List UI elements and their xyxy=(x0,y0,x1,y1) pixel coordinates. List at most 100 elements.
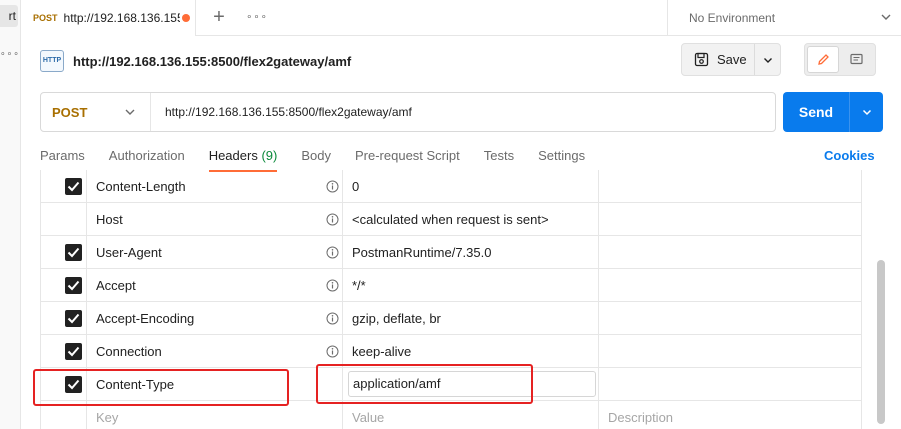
header-value[interactable]: keep-alive xyxy=(343,335,599,368)
header-key[interactable]: Connection xyxy=(87,335,343,368)
tab-settings[interactable]: Settings xyxy=(538,142,585,172)
header-description[interactable] xyxy=(599,335,862,368)
comment-icon xyxy=(849,53,863,65)
tab-headers-label: Headers xyxy=(208,148,258,163)
tab-tests[interactable]: Tests xyxy=(484,142,514,172)
request-tab[interactable]: POST http://192.168.136.155 xyxy=(21,0,196,36)
chevron-down-icon xyxy=(125,109,135,115)
sidebar-collapsed-button[interactable]: rt xyxy=(0,5,18,27)
row-checkbox-cell xyxy=(40,401,87,429)
header-value[interactable]: 0 xyxy=(343,170,599,203)
header-value[interactable]: */* xyxy=(343,269,599,302)
info-icon[interactable] xyxy=(326,180,339,193)
header-value[interactable]: <calculated when request is sent> xyxy=(343,203,599,236)
row-checkbox-cell xyxy=(40,170,87,203)
save-icon xyxy=(694,52,709,67)
tab-headers[interactable]: Headers (9) xyxy=(208,142,278,172)
tab-method: POST xyxy=(33,13,58,23)
info-icon[interactable] xyxy=(326,279,339,292)
send-options-button[interactable] xyxy=(850,92,883,132)
save-button[interactable]: Save xyxy=(682,44,755,75)
check-icon xyxy=(67,280,80,291)
row-checkbox-cell xyxy=(40,236,87,269)
info-icon[interactable] xyxy=(326,312,339,325)
request-title-row: HTTP http://192.168.136.155:8500/flex2ga… xyxy=(40,48,351,74)
header-key[interactable]: Content-Length xyxy=(87,170,343,203)
request-title[interactable]: http://192.168.136.155:8500/flex2gateway… xyxy=(73,54,351,69)
header-key[interactable]: Accept xyxy=(87,269,343,302)
table-row: Content-Length 0 xyxy=(40,170,862,203)
tab-headers-count: (9) xyxy=(261,148,278,163)
header-key[interactable]: Content-Type xyxy=(87,368,343,401)
key-input[interactable]: Key xyxy=(87,401,343,429)
checkbox[interactable] xyxy=(65,244,82,261)
table-row: Content-Type application/amf xyxy=(40,368,862,401)
sidebar-more-icon[interactable]: ∘∘∘ xyxy=(0,48,20,59)
header-key[interactable]: Accept-Encoding xyxy=(87,302,343,335)
edit-mode-button[interactable] xyxy=(807,46,839,73)
cookies-link[interactable]: Cookies xyxy=(824,148,875,163)
header-description[interactable] xyxy=(599,236,862,269)
checkbox[interactable] xyxy=(65,277,82,294)
headers-table: Content-Length 0 Host <calculated when r… xyxy=(40,170,862,429)
header-value[interactable]: PostmanRuntime/7.35.0 xyxy=(343,236,599,269)
tab-params[interactable]: Params xyxy=(40,142,85,172)
table-row: User-Agent PostmanRuntime/7.35.0 xyxy=(40,236,862,269)
environment-label: No Environment xyxy=(689,11,776,25)
header-description[interactable] xyxy=(599,302,862,335)
tab-bar: POST http://192.168.136.155 + ∘∘∘ No Env… xyxy=(21,0,901,36)
row-checkbox-cell xyxy=(40,203,87,236)
table-row-new: Key Value Description xyxy=(40,401,862,429)
header-key[interactable]: Host xyxy=(87,203,343,236)
pencil-icon xyxy=(817,54,829,65)
table-row: Host <calculated when request is sent> xyxy=(40,203,862,236)
header-key-text: User-Agent xyxy=(96,245,162,260)
check-icon xyxy=(67,247,80,258)
table-row: Accept */* xyxy=(40,269,862,302)
header-description[interactable] xyxy=(599,170,862,203)
header-value-input[interactable]: application/amf xyxy=(348,371,596,397)
url-input[interactable]: http://192.168.136.155:8500/flex2gateway… xyxy=(151,105,775,119)
send-group: Send xyxy=(783,92,883,132)
header-value[interactable]: gzip, deflate, br xyxy=(343,302,599,335)
documentation-mode-button[interactable] xyxy=(839,46,873,73)
tab-body[interactable]: Body xyxy=(301,142,331,172)
header-key-text: Accept-Encoding xyxy=(96,311,195,326)
save-label: Save xyxy=(717,52,747,67)
send-button[interactable]: Send xyxy=(783,92,850,132)
info-icon[interactable] xyxy=(326,213,339,226)
info-icon[interactable] xyxy=(326,246,339,259)
description-input[interactable]: Description xyxy=(599,401,862,429)
tab-title: http://192.168.136.155 xyxy=(63,11,180,25)
scrollbar-thumb[interactable] xyxy=(877,260,885,424)
value-input[interactable]: Value xyxy=(343,401,599,429)
row-checkbox-cell xyxy=(40,302,87,335)
header-description[interactable] xyxy=(599,203,862,236)
table-row: Connection keep-alive xyxy=(40,335,862,368)
checkbox[interactable] xyxy=(65,178,82,195)
method-select[interactable]: POST xyxy=(41,93,151,131)
save-group: Save xyxy=(681,43,781,76)
header-key[interactable]: User-Agent xyxy=(87,236,343,269)
table-row: Accept-Encoding gzip, deflate, br xyxy=(40,302,862,335)
info-icon[interactable] xyxy=(326,345,339,358)
row-checkbox-cell xyxy=(40,269,87,302)
header-description[interactable] xyxy=(599,368,862,401)
environment-select[interactable]: No Environment xyxy=(667,0,901,36)
row-checkbox-cell xyxy=(40,368,87,401)
checkbox[interactable] xyxy=(65,310,82,327)
checkbox[interactable] xyxy=(65,376,82,393)
check-icon xyxy=(67,379,80,390)
header-value-cell: application/amf xyxy=(343,368,599,401)
header-description[interactable] xyxy=(599,269,862,302)
tab-authorization[interactable]: Authorization xyxy=(109,142,185,172)
checkbox[interactable] xyxy=(65,343,82,360)
save-options-button[interactable] xyxy=(755,44,780,75)
header-key-text: Content-Length xyxy=(96,179,186,194)
new-tab-button[interactable]: + xyxy=(207,6,231,30)
header-key-text: Accept xyxy=(96,278,136,293)
tab-pre-request-script[interactable]: Pre-request Script xyxy=(355,142,460,172)
method-label: POST xyxy=(52,104,88,120)
tab-more-button[interactable]: ∘∘∘ xyxy=(245,6,269,30)
check-icon xyxy=(67,181,80,192)
